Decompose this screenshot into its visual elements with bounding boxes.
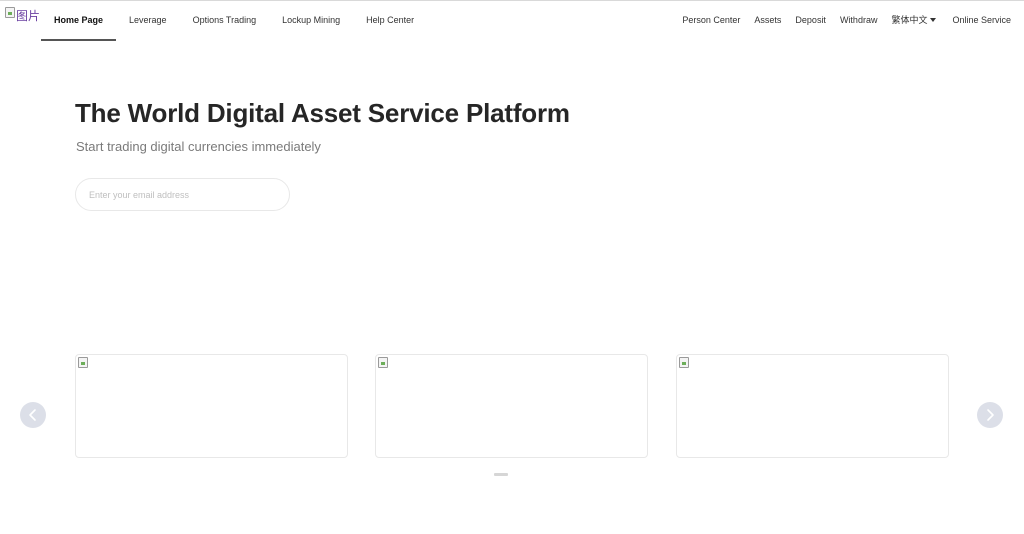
nav-home-page[interactable]: Home Page [41,1,117,41]
nav-leverage[interactable]: Leverage [116,1,180,41]
nav-withdraw[interactable]: Withdraw [833,1,885,41]
hero-subtitle: Start trading digital currencies immedia… [76,139,321,154]
top-navigation-bar: 图片 Home Page Leverage Options Trading Lo… [0,0,1024,41]
language-label: 繁体中文 [891,15,928,25]
nav-deposit[interactable]: Deposit [788,1,833,41]
email-input[interactable] [75,178,290,211]
nav-lockup-mining[interactable]: Lockup Mining [269,1,353,41]
carousel-banner-1[interactable] [75,354,348,458]
nav-person-center[interactable]: Person Center [675,1,747,41]
user-nav: Person Center Assets Deposit Withdraw 繁体… [675,1,1011,41]
carousel-prev-button[interactable] [20,402,46,428]
nav-online-service[interactable]: Online Service [943,1,1011,41]
nav-assets[interactable]: Assets [747,1,788,41]
hero-title: The World Digital Asset Service Platform [75,98,570,128]
main-nav: Home Page Leverage Options Trading Locku… [41,1,427,41]
chevron-right-icon [987,409,994,421]
carousel-page-indicator[interactable] [494,473,508,476]
broken-image-icon [679,357,689,368]
logo-alt-text: 图片 [16,9,41,23]
broken-image-icon [78,357,88,368]
nav-help-center[interactable]: Help Center [353,1,427,41]
carousel-banner-2[interactable] [375,354,648,458]
broken-image-icon [378,357,388,368]
caret-down-icon [930,18,937,22]
chevron-left-icon [29,409,36,421]
logo[interactable]: 图片 [5,7,40,24]
carousel-banner-3[interactable] [676,354,949,458]
carousel-next-button[interactable] [977,402,1003,428]
nav-options-trading[interactable]: Options Trading [180,1,270,41]
broken-image-icon [5,7,15,18]
language-selector[interactable]: 繁体中文 [884,1,943,41]
